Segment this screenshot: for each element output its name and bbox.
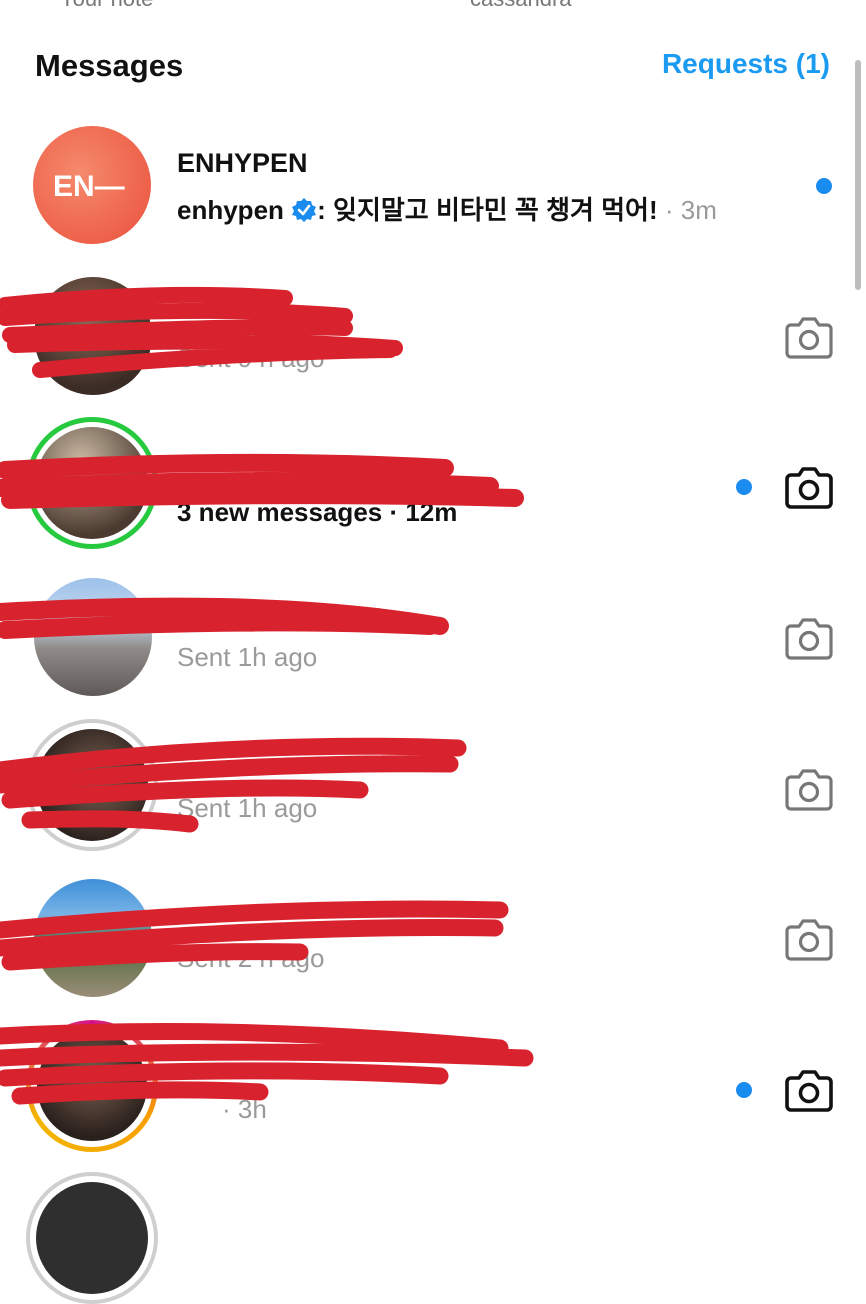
avatar-story-ring[interactable] <box>26 1020 158 1152</box>
requests-link[interactable]: Requests (1) <box>662 48 830 80</box>
camera-icon[interactable] <box>785 917 833 961</box>
camera-icon[interactable] <box>785 1068 833 1112</box>
avatar[interactable]: EN— <box>33 126 151 244</box>
preview-sender: enhypen <box>177 195 284 225</box>
camera-icon[interactable] <box>785 465 833 509</box>
camera-icon[interactable] <box>785 315 833 359</box>
avatar[interactable] <box>34 879 152 997</box>
thread-row[interactable]: Sent 1h ago <box>0 719 866 869</box>
avatar-photo <box>37 1031 147 1141</box>
avatar-story-ring[interactable] <box>26 719 158 851</box>
avatar-logo-text: EN— <box>53 170 125 203</box>
avatar[interactable] <box>34 578 152 696</box>
avatar-photo <box>34 879 152 997</box>
avatar-photo <box>36 729 148 841</box>
verified-badge-icon <box>292 198 317 222</box>
note-label-own[interactable]: Your note <box>60 0 153 12</box>
avatar[interactable] <box>34 277 152 395</box>
thread-preview: Sent 1h ago <box>177 642 318 672</box>
thread-name: ENHYPEN <box>177 148 308 178</box>
avatar-photo <box>34 578 152 696</box>
unread-dot <box>736 1082 752 1098</box>
thread-preview: Sent 2 h ago <box>177 943 325 973</box>
thread-preview: enhypen : 잊지말고 비타민 꼭 챙겨 먹어! · 3m <box>177 190 717 227</box>
avatar-story-ring[interactable] <box>26 417 158 549</box>
thread-row[interactable]: Sent 1h ago <box>0 578 866 728</box>
avatar-photo <box>36 1182 148 1294</box>
preview-text: : 잊지말고 비타민 꼭 챙겨 먹어! <box>317 195 658 225</box>
thread-preview: · 3h <box>222 1094 267 1124</box>
thread-row[interactable]: · 3h <box>0 1020 866 1170</box>
unread-dot <box>816 178 832 194</box>
camera-icon[interactable] <box>785 616 833 660</box>
thread-row[interactable]: Sent 2 h ago <box>0 879 866 1029</box>
avatar-photo <box>34 277 152 395</box>
note-label-cassandra[interactable]: cassandra <box>470 0 572 12</box>
thread-row[interactable]: 3 new messages · 12m <box>0 417 866 567</box>
scrollbar[interactable] <box>855 60 861 290</box>
messages-header: Messages Requests (1) <box>0 40 866 96</box>
thread-preview: Sent 1h ago <box>177 793 318 823</box>
camera-icon[interactable] <box>785 767 833 811</box>
avatar-partial[interactable] <box>26 1172 158 1304</box>
thread-preview: Sent 9 h ago <box>177 343 325 373</box>
notes-strip: Your note cassandra <box>0 0 866 11</box>
avatar-photo <box>36 427 148 539</box>
page-title: Messages <box>35 48 184 83</box>
unread-dot <box>736 479 752 495</box>
thread-preview: 3 new messages · 12m <box>177 497 458 527</box>
enhypen-logo-icon: EN— <box>33 126 151 244</box>
thread-enhypen[interactable]: EN— ENHYPEN enhypen : 잊지말고 비타민 꼭 챙겨 먹어! … <box>0 126 866 276</box>
preview-time: · 3m <box>657 195 717 225</box>
thread-row[interactable]: Sent 9 h ago <box>0 277 866 427</box>
